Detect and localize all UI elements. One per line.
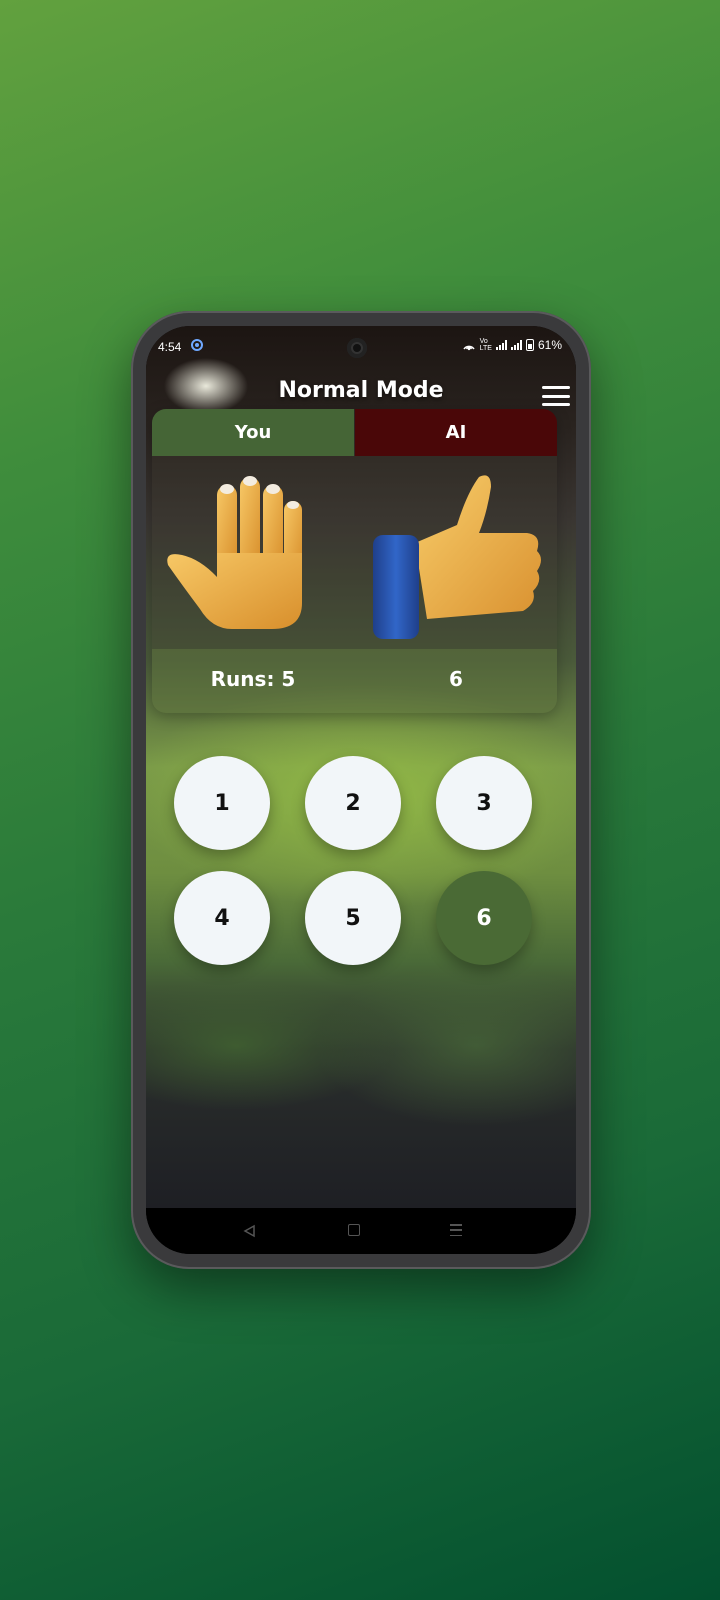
you-label: You	[234, 422, 272, 443]
home-icon[interactable]	[348, 1224, 360, 1236]
raised-hand-icon	[167, 476, 302, 629]
you-score: Runs: 5	[210, 667, 296, 691]
phone-frame: 4:54 Vo LTE 61% Normal Mode You AI Runs:…	[131, 311, 591, 1269]
status-icons: Vo LTE 61%	[462, 338, 562, 352]
tab-ai: AI	[355, 409, 557, 456]
number-button-5[interactable]: 5	[305, 871, 401, 965]
signal-2-icon	[510, 340, 522, 350]
number-button-1[interactable]: 1	[174, 756, 270, 850]
settings-notification-icon	[191, 339, 203, 351]
number-button-4[interactable]: 4	[174, 871, 270, 965]
scoreboard-card: You AI Runs: 5 6	[152, 409, 557, 713]
signal-1-icon	[495, 340, 507, 350]
ai-label: AI	[445, 422, 467, 443]
thumbs-up-icon	[373, 475, 541, 639]
battery-icon	[525, 339, 534, 351]
hotspot-icon	[463, 345, 475, 351]
volte-indicator: Vo LTE	[479, 338, 492, 352]
number-button-3[interactable]: 3	[436, 756, 532, 850]
back-icon[interactable]	[242, 1224, 256, 1238]
number-button-6[interactable]: 6	[436, 871, 532, 965]
battery-percent: 61%	[537, 338, 562, 352]
phone-screen: 4:54 Vo LTE 61% Normal Mode You AI Runs:…	[146, 326, 576, 1254]
ai-score: 6	[449, 667, 463, 691]
status-bar: 4:54 Vo LTE 61%	[146, 326, 576, 368]
page-title: Normal Mode	[278, 378, 444, 403]
front-camera	[347, 338, 367, 358]
tab-you: You	[152, 409, 354, 456]
status-time: 4:54	[158, 340, 182, 354]
menu-icon[interactable]	[542, 386, 570, 406]
recents-icon[interactable]	[450, 1224, 462, 1236]
system-nav-bar	[146, 1208, 576, 1254]
number-button-2[interactable]: 2	[305, 756, 401, 850]
